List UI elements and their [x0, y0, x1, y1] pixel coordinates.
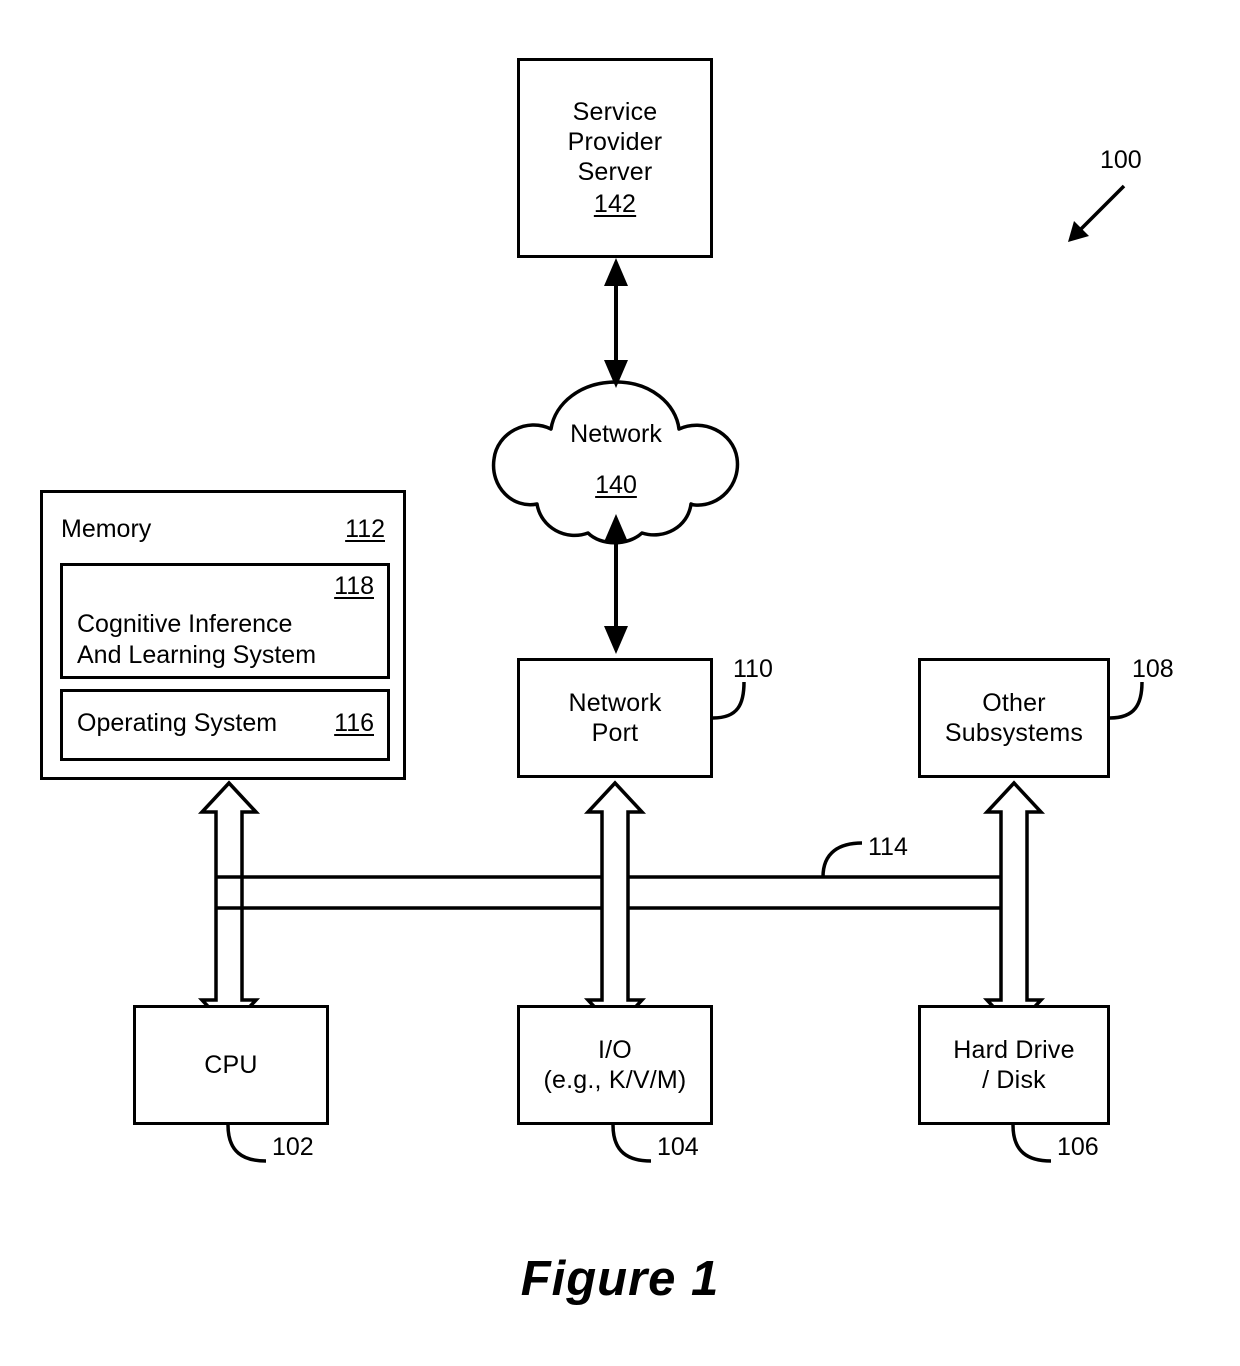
network-port-label: Network Port: [568, 689, 662, 747]
network-cloud-text-group: Network 140: [496, 420, 736, 500]
bus-ref: 114: [868, 833, 908, 861]
network-port-ref: 110: [733, 655, 773, 683]
other-subsystems-label: Other Subsystems: [944, 689, 1084, 747]
service-provider-server-box: Service Provider Server 142: [517, 58, 713, 258]
patent-figure: Service Provider Server 142 Network 140 …: [0, 0, 1240, 1366]
memory-box: Memory 112 118 Cognitive Inference And L…: [40, 490, 406, 780]
other-subsystems-ref: 108: [1132, 655, 1174, 683]
bus-arrow-memory-cpu: [197, 780, 261, 1032]
service-provider-server-ref: 142: [593, 190, 637, 218]
leader-110: [712, 681, 746, 720]
cognitive-inference-learning-system-box: 118 Cognitive Inference And Learning Sys…: [60, 563, 390, 679]
other-subsystems-box: Other Subsystems: [918, 658, 1110, 778]
hard-drive-ref: 106: [1057, 1133, 1099, 1161]
leader-114: [821, 841, 863, 878]
memory-ref: 112: [345, 515, 385, 543]
arrow-network-port: [604, 514, 628, 654]
hard-drive-label: Hard Drive / Disk: [953, 1036, 1075, 1094]
bus-arrow-netport-io: [583, 780, 647, 1032]
operating-system-label: Operating System: [77, 709, 278, 737]
io-ref: 104: [657, 1133, 699, 1161]
cpu-label: CPU: [204, 1051, 258, 1079]
leader-106: [1011, 1124, 1052, 1163]
network-port-box: Network Port: [517, 658, 713, 778]
cpu-box: CPU: [133, 1005, 329, 1125]
system-ref-100: 100: [1100, 146, 1142, 174]
arrow-server-network: [604, 258, 628, 388]
bus-arrow-other-hdd: [982, 780, 1046, 1032]
leader-104: [611, 1124, 652, 1163]
leader-108: [1109, 681, 1144, 720]
operating-system-ref: 116: [334, 709, 374, 737]
service-provider-server-label: Service Provider Server: [567, 98, 663, 186]
network-ref: 140: [595, 471, 637, 499]
memory-title: Memory: [61, 515, 152, 543]
leader-arrow-100: [1068, 184, 1126, 242]
network-label: Network: [570, 420, 662, 448]
io-label: I/O (e.g., K/V/M): [543, 1036, 687, 1094]
io-box: I/O (e.g., K/V/M): [517, 1005, 713, 1125]
cpu-ref: 102: [272, 1133, 314, 1161]
cognitive-inference-learning-system-ref: 118: [334, 572, 374, 600]
figure-caption: Figure 1: [520, 1252, 720, 1306]
leader-102: [226, 1124, 267, 1163]
hard-drive-box: Hard Drive / Disk: [918, 1005, 1110, 1125]
cognitive-inference-learning-system-label: Cognitive Inference And Learning System: [77, 610, 317, 669]
operating-system-box: Operating System 116: [60, 689, 390, 761]
